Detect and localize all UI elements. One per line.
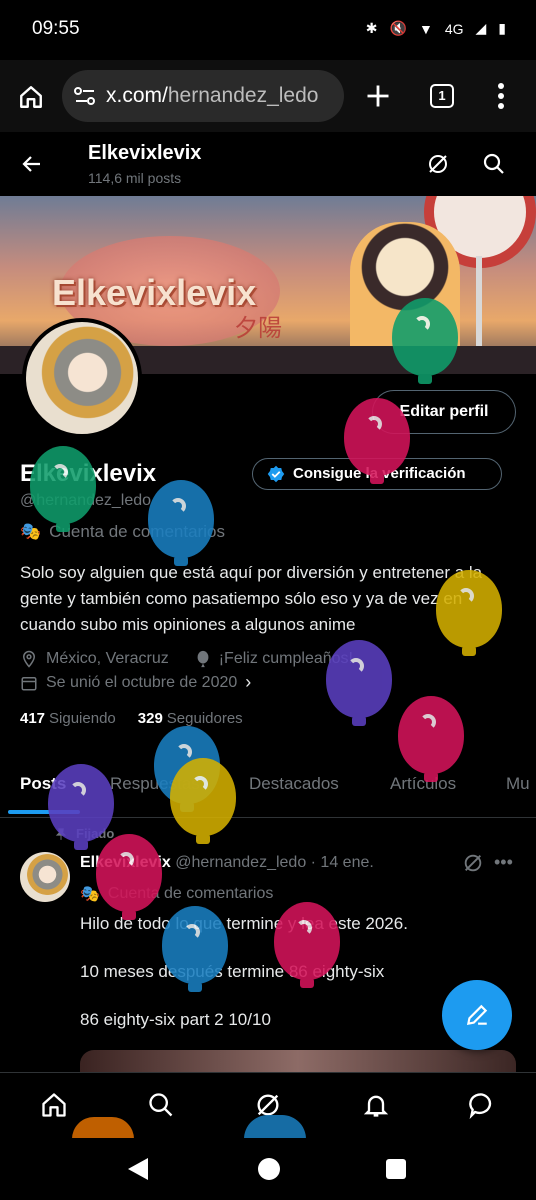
tab-highlights[interactable]: Destacados: [249, 774, 339, 794]
balloon: [48, 764, 114, 850]
joined-text: Se unió el octubre de 2020: [46, 673, 238, 691]
location-pin-icon: [22, 650, 36, 668]
home-icon[interactable]: [18, 84, 44, 110]
verified-badge-icon: [267, 465, 285, 483]
chevron-right-icon[interactable]: ›: [245, 672, 251, 693]
more-horizontal-icon[interactable]: •••: [494, 852, 513, 873]
balloon: [30, 446, 96, 532]
post-avatar[interactable]: [20, 852, 70, 902]
signal-icon: ◢: [475, 20, 487, 36]
profile-meta-joined: Se unió el octubre de 2020 ›: [20, 672, 251, 693]
profile-header: Elkevixlevix 114,6 mil posts: [0, 132, 536, 196]
new-tab-icon[interactable]: [364, 82, 392, 110]
balloon-shine: [366, 416, 382, 432]
nav-home-icon[interactable]: [40, 1091, 68, 1119]
follow-stats: 417 Siguiendo 329 Seguidores: [20, 710, 243, 727]
banner-kanji: 夕陽: [234, 315, 282, 342]
mask-icon: 🎭: [20, 522, 42, 541]
post-handle-date: @hernandez_ledo · 14 ene.: [175, 854, 374, 871]
balloon-shine: [458, 588, 474, 604]
balloon-partial: [244, 1115, 306, 1139]
balloon-shine: [192, 776, 208, 792]
balloon: [392, 298, 458, 384]
balloon-shine: [52, 464, 68, 480]
bluetooth-icon: ✱: [365, 20, 378, 36]
balloon: [436, 570, 502, 656]
balloon-shine: [414, 316, 430, 332]
balloon-shine: [184, 924, 200, 940]
balloon: [170, 758, 236, 844]
balloon: [162, 906, 228, 992]
battery-icon: ▮: [498, 20, 506, 36]
following-label: Siguiendo: [49, 710, 116, 727]
balloon-partial: [72, 1117, 134, 1139]
balloon-shine: [118, 852, 134, 868]
followers-link[interactable]: 329 Seguidores: [138, 710, 243, 727]
back-arrow-icon[interactable]: [20, 152, 44, 176]
nav-messages-icon[interactable]: [468, 1091, 496, 1119]
status-time: 09:55: [32, 18, 80, 39]
post-line-3: 86 eighty-six part 2 10/10: [80, 1010, 271, 1029]
header-name: Elkevixlevix: [88, 142, 202, 164]
calendar-icon: [21, 676, 37, 690]
tab-media[interactable]: Mu: [506, 774, 530, 794]
balloon: [398, 696, 464, 782]
profile-meta-location: México, Veracruz ¡Feliz cumpleaños!: [20, 650, 353, 668]
compose-icon: [466, 1004, 488, 1026]
recents-square-icon[interactable]: [386, 1159, 406, 1179]
grok-icon[interactable]: [426, 152, 450, 176]
balloon: [96, 834, 162, 920]
url-path: hernandez_ledo: [167, 84, 319, 107]
search-icon[interactable]: [482, 152, 506, 176]
location-text: México, Veracruz: [46, 650, 169, 667]
compose-button[interactable]: [442, 980, 512, 1050]
balloon-shine: [420, 714, 436, 730]
more-vert-icon[interactable]: [496, 82, 506, 110]
mute-icon: 🔇: [389, 20, 407, 36]
balloon-shine: [70, 782, 86, 798]
post-grok-icon[interactable]: [462, 852, 484, 874]
following-count: 417: [20, 710, 46, 727]
site-settings-icon[interactable]: [74, 86, 96, 106]
followers-label: Seguidores: [166, 710, 243, 727]
nav-search-icon[interactable]: [147, 1091, 175, 1119]
status-bar: 09:55 ✱ 🔇 ▼ 4G ◢ ▮: [0, 0, 536, 60]
followers-count: 329: [137, 710, 163, 727]
browser-toolbar: x.com/hernandez_ledo 1: [0, 60, 536, 132]
status-icons: ✱ 🔇 ▼ 4G ◢ ▮: [366, 20, 506, 37]
banner-title: Elkevixlevix: [52, 272, 257, 313]
network-label: 4G: [444, 20, 464, 37]
back-triangle-icon[interactable]: [128, 1158, 148, 1180]
home-circle-icon[interactable]: [258, 1158, 280, 1180]
android-nav-bar: [0, 1138, 536, 1200]
balloon-icon: [197, 650, 209, 668]
balloon-shine: [170, 498, 186, 514]
url-text: x.com/hernandez_ledo: [106, 84, 318, 108]
balloon: [326, 640, 392, 726]
following-link[interactable]: 417 Siguiendo: [20, 710, 116, 727]
balloon-shine: [176, 744, 192, 760]
balloon-shine: [348, 658, 364, 674]
wifi-icon: ▼: [418, 20, 433, 37]
url-bar[interactable]: x.com/hernandez_ledo: [62, 70, 344, 122]
profile-avatar[interactable]: [22, 318, 142, 438]
bottom-nav: [0, 1072, 536, 1139]
balloon: [148, 480, 214, 566]
url-host: x.com/: [106, 84, 168, 107]
nav-notifications-icon[interactable]: [362, 1091, 390, 1119]
balloon: [344, 398, 410, 484]
tab-switcher-button[interactable]: 1: [430, 84, 454, 108]
balloon: [274, 902, 340, 988]
balloon-shine: [296, 920, 312, 936]
header-posts-count: 114,6 mil posts: [88, 170, 182, 186]
